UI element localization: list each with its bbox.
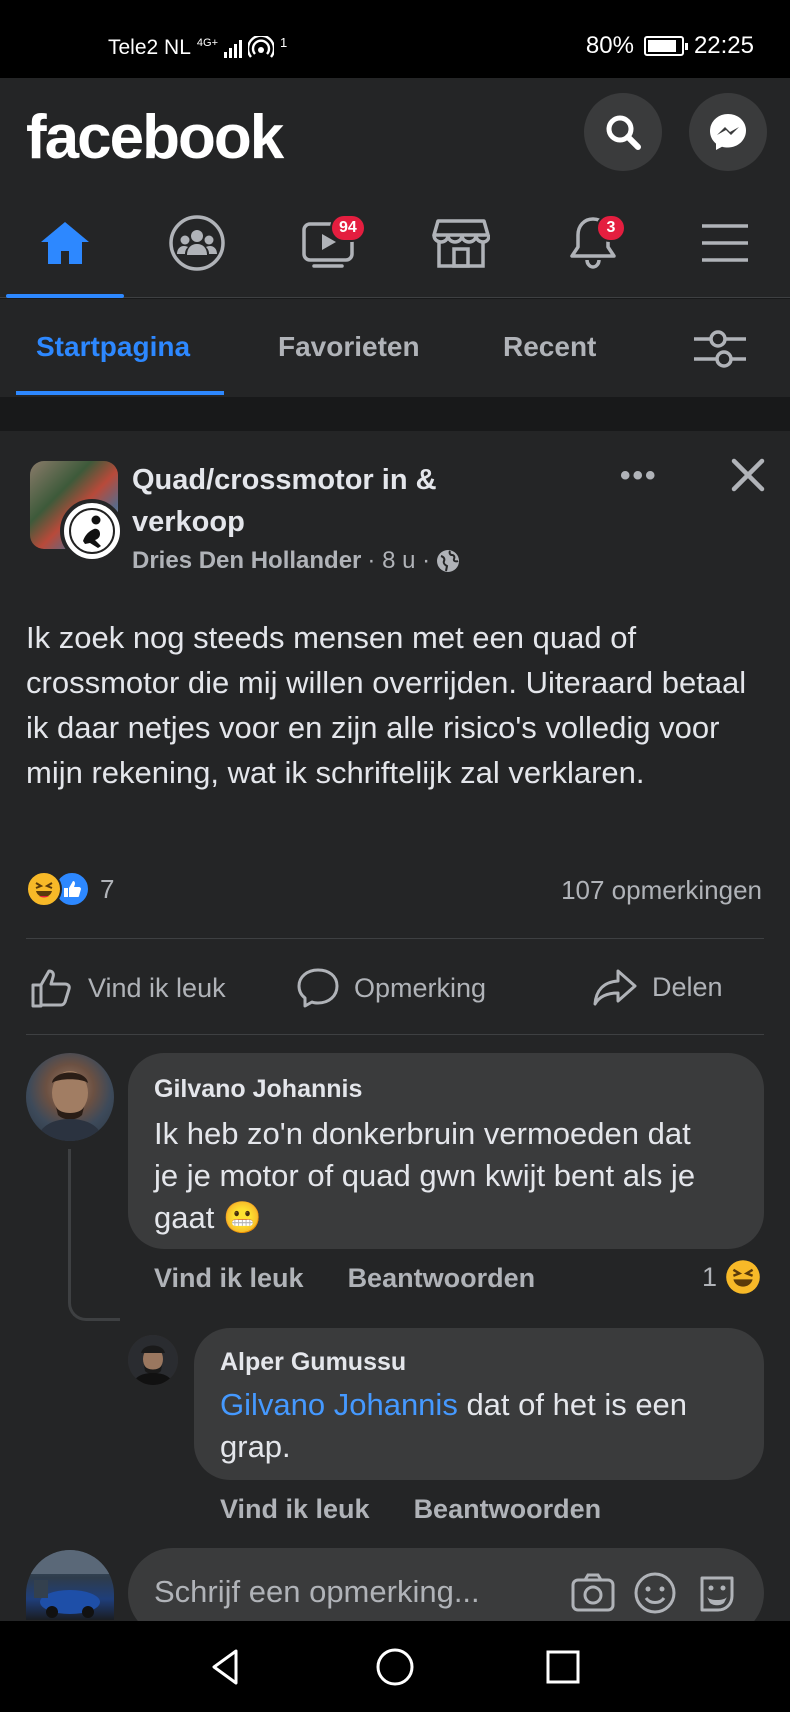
comment-label: Opmerking	[354, 972, 487, 1003]
comment-icon	[297, 968, 339, 1008]
nav-marketplace[interactable]	[396, 188, 526, 298]
nav-notifications[interactable]: 3	[528, 188, 658, 298]
comment-reply-button[interactable]: Beantwoorden	[348, 1263, 536, 1294]
mention-link[interactable]: Gilvano Johannis	[220, 1387, 458, 1422]
status-left: Tele2 NL 4G+ 1	[108, 34, 288, 60]
nav-groups[interactable]	[132, 188, 262, 298]
profile-photo	[128, 1335, 178, 1385]
comment-count[interactable]: 107 opmerkingen	[561, 875, 762, 906]
avatar[interactable]	[128, 1335, 178, 1385]
recents-icon[interactable]	[543, 1647, 583, 1687]
comment-bubble[interactable]: Gilvano Johannis Ik heb zo'n donkerbruin…	[128, 1053, 764, 1249]
globe-icon	[437, 550, 460, 572]
battery-percent: 80%	[585, 32, 634, 59]
tab-recent[interactable]: Recent	[503, 331, 596, 363]
reply-thread-line	[68, 1149, 120, 1321]
like-label: Vind ik leuk	[88, 972, 226, 1003]
home-button-icon[interactable]	[375, 1647, 415, 1687]
notifications-badge: 3	[596, 214, 626, 242]
commenter-name[interactable]: Alper Gumussu	[220, 1348, 406, 1377]
divider	[26, 1034, 764, 1035]
nav-watch[interactable]: 94	[264, 188, 394, 298]
comment-button[interactable]: Opmerking	[296, 967, 486, 1009]
camera-icon[interactable]	[570, 1570, 616, 1616]
reaction-count: 7	[100, 873, 115, 904]
filter-icon[interactable]	[692, 329, 748, 369]
messenger-icon	[710, 114, 746, 150]
post-time: · 8 u ·	[367, 547, 431, 574]
share-label: Delen	[652, 971, 723, 1002]
reply-text: Gilvano Johannis dat of het is een grap.	[220, 1384, 720, 1468]
reply-reply-button[interactable]: Beantwoorden	[414, 1494, 602, 1525]
tab-favorites[interactable]: Favorieten	[278, 331, 420, 363]
comment-input[interactable]	[154, 1568, 534, 1616]
divider	[26, 938, 764, 939]
profile-photo	[26, 1550, 114, 1618]
messenger-button[interactable]	[689, 93, 767, 171]
watch-badge: 94	[330, 214, 366, 242]
feed-tabs: Startpagina Favorieten Recent	[0, 299, 790, 397]
groups-icon	[169, 215, 225, 271]
search-icon	[606, 115, 641, 150]
tab-home[interactable]: Startpagina	[36, 331, 190, 363]
menu-icon	[702, 224, 748, 262]
share-button[interactable]: Delen	[592, 967, 723, 1007]
status-right: 80% 22:25	[586, 32, 754, 60]
feed-gap	[0, 397, 790, 431]
back-icon[interactable]	[206, 1647, 246, 1687]
haha-reaction-icon	[26, 871, 62, 907]
more-options-icon[interactable]: •••	[620, 459, 658, 493]
comment-actions: Vind ik leuk Beantwoorden	[154, 1263, 535, 1294]
share-icon	[593, 969, 637, 1006]
post-author[interactable]: Dries Den Hollander	[132, 547, 361, 575]
avatar[interactable]	[26, 1550, 114, 1620]
person-silhouette-icon	[69, 508, 115, 554]
like-button[interactable]: Vind ik leuk	[30, 967, 226, 1009]
system-navigation-bar	[0, 1621, 790, 1712]
main-nav: 94 3	[0, 188, 790, 298]
reaction-summary[interactable]: 7	[26, 871, 114, 907]
post-text: Ik zoek nog steeds mensen met een quad o…	[26, 620, 747, 790]
sticker-icon[interactable]	[694, 1570, 740, 1616]
feed-post: Quad/crossmotor in & verkoop Dries Den H…	[0, 431, 790, 1621]
signal-icon	[224, 38, 242, 58]
battery-icon	[643, 36, 688, 56]
avatar[interactable]	[26, 1053, 114, 1141]
reply-bubble[interactable]: Alper Gumussu Gilvano Johannis dat of he…	[194, 1328, 764, 1480]
haha-reaction-icon	[726, 1260, 760, 1294]
marketplace-icon	[432, 219, 490, 268]
hotspot-icon	[248, 36, 274, 58]
post-meta: Dries Den Hollander · 8 u ·	[132, 547, 460, 575]
network-type: 4G+	[196, 37, 218, 49]
comment-reaction-count: 1	[702, 1261, 718, 1292]
thumbs-up-icon	[31, 969, 71, 1008]
carrier-label: Tele2 NL	[108, 36, 191, 59]
hotspot-count: 1	[280, 34, 288, 50]
app-header: facebook	[0, 78, 790, 188]
profile-photo	[36, 1071, 104, 1141]
reply-like-button[interactable]: Vind ik leuk	[220, 1494, 370, 1525]
reply-actions: Vind ik leuk Beantwoorden	[220, 1494, 601, 1525]
comment-reactions[interactable]: 1	[702, 1259, 761, 1295]
comment-text: Ik heb zo'n donkerbruin vermoeden dat je…	[154, 1113, 714, 1239]
grimace-emoji: 😬	[222, 1200, 262, 1235]
comment-like-button[interactable]: Vind ik leuk	[154, 1263, 304, 1294]
commenter-name[interactable]: Gilvano Johannis	[154, 1075, 362, 1104]
close-icon[interactable]	[726, 453, 770, 497]
emoji-icon[interactable]	[632, 1570, 678, 1616]
nav-home[interactable]	[0, 188, 130, 298]
active-tab-indicator	[16, 391, 224, 395]
nav-menu[interactable]	[660, 188, 790, 298]
author-avatar[interactable]	[60, 499, 124, 563]
home-icon	[41, 222, 89, 264]
clock: 22:25	[693, 32, 754, 59]
status-bar: Tele2 NL 4G+ 1 80% 22:25	[0, 0, 790, 78]
search-button[interactable]	[584, 93, 662, 171]
group-name[interactable]: Quad/crossmotor in & verkoop	[132, 459, 532, 543]
facebook-logo[interactable]: facebook	[26, 102, 284, 173]
